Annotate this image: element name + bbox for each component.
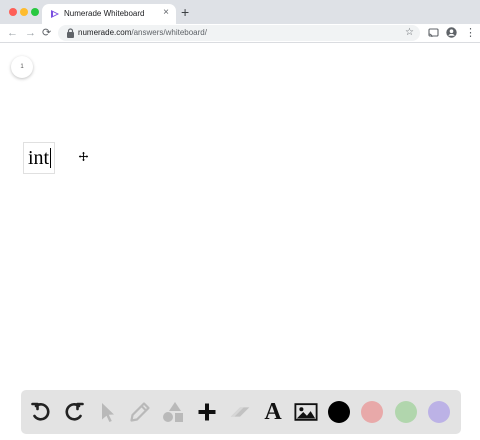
plus-icon bbox=[198, 403, 216, 421]
shapes-tool-button[interactable] bbox=[161, 400, 185, 424]
undo-button[interactable] bbox=[29, 400, 53, 424]
redo-button[interactable] bbox=[62, 400, 86, 424]
bookmark-star-icon[interactable]: ☆ bbox=[405, 26, 414, 40]
add-button[interactable] bbox=[195, 400, 219, 424]
url-text: numerade.com/answers/whiteboard/ bbox=[78, 28, 207, 37]
select-cursor-icon bbox=[102, 403, 114, 422]
cast-icon[interactable] bbox=[428, 28, 439, 38]
color-swatch-purple[interactable] bbox=[428, 401, 450, 423]
eraser-tool-button[interactable] bbox=[229, 400, 253, 424]
lock-icon bbox=[67, 28, 74, 38]
browser-menu-icon[interactable]: ⋮ bbox=[465, 26, 476, 40]
text-caret bbox=[50, 148, 52, 168]
select-tool-button[interactable] bbox=[96, 400, 120, 424]
text-box[interactable]: int bbox=[23, 142, 55, 174]
drawing-toolbar: A bbox=[21, 390, 461, 434]
new-tab-button[interactable]: + bbox=[181, 4, 189, 20]
tab-close-icon[interactable]: × bbox=[163, 7, 169, 19]
color-swatch-black[interactable] bbox=[328, 401, 350, 423]
back-button[interactable]: ← bbox=[7, 26, 18, 40]
forward-button[interactable]: → bbox=[25, 26, 36, 40]
undo-icon bbox=[31, 402, 50, 421]
browser-toolbar: ← → ⟳ numerade.com/answers/whiteboard/ ☆… bbox=[0, 24, 480, 43]
minimize-window-button[interactable] bbox=[20, 8, 28, 16]
text-icon: A bbox=[264, 399, 282, 425]
numerade-favicon-icon bbox=[51, 10, 59, 18]
text-box-text: int bbox=[28, 147, 50, 169]
redo-icon bbox=[65, 402, 84, 421]
address-bar[interactable]: numerade.com/answers/whiteboard/ ☆ bbox=[58, 25, 420, 41]
whiteboard-canvas[interactable]: 1 int bbox=[0, 44, 480, 440]
tab-title: Numerade Whiteboard bbox=[64, 9, 145, 18]
color-swatch-green[interactable] bbox=[395, 401, 417, 423]
maximize-window-button[interactable] bbox=[31, 8, 39, 16]
color-swatch-pink[interactable] bbox=[361, 401, 383, 423]
pencil-icon bbox=[130, 402, 150, 422]
move-cursor-icon bbox=[78, 151, 89, 162]
url-host: numerade.com bbox=[78, 28, 132, 37]
account-avatar-icon[interactable] bbox=[446, 27, 457, 38]
image-tool-button[interactable] bbox=[294, 400, 318, 424]
shapes-icon bbox=[163, 402, 183, 422]
browser-tab-bar: Numerade Whiteboard × + bbox=[0, 0, 480, 24]
close-window-button[interactable] bbox=[9, 8, 17, 16]
browser-tab[interactable]: Numerade Whiteboard × bbox=[42, 4, 176, 24]
eraser-icon bbox=[230, 407, 250, 417]
page-number-badge[interactable]: 1 bbox=[11, 56, 33, 78]
image-icon bbox=[294, 403, 318, 421]
text-tool-button[interactable]: A bbox=[261, 400, 285, 424]
pencil-tool-button[interactable] bbox=[128, 400, 152, 424]
reload-button[interactable]: ⟳ bbox=[42, 26, 51, 40]
text-box-content[interactable]: int bbox=[28, 147, 52, 169]
url-path: /answers/whiteboard/ bbox=[131, 28, 207, 37]
